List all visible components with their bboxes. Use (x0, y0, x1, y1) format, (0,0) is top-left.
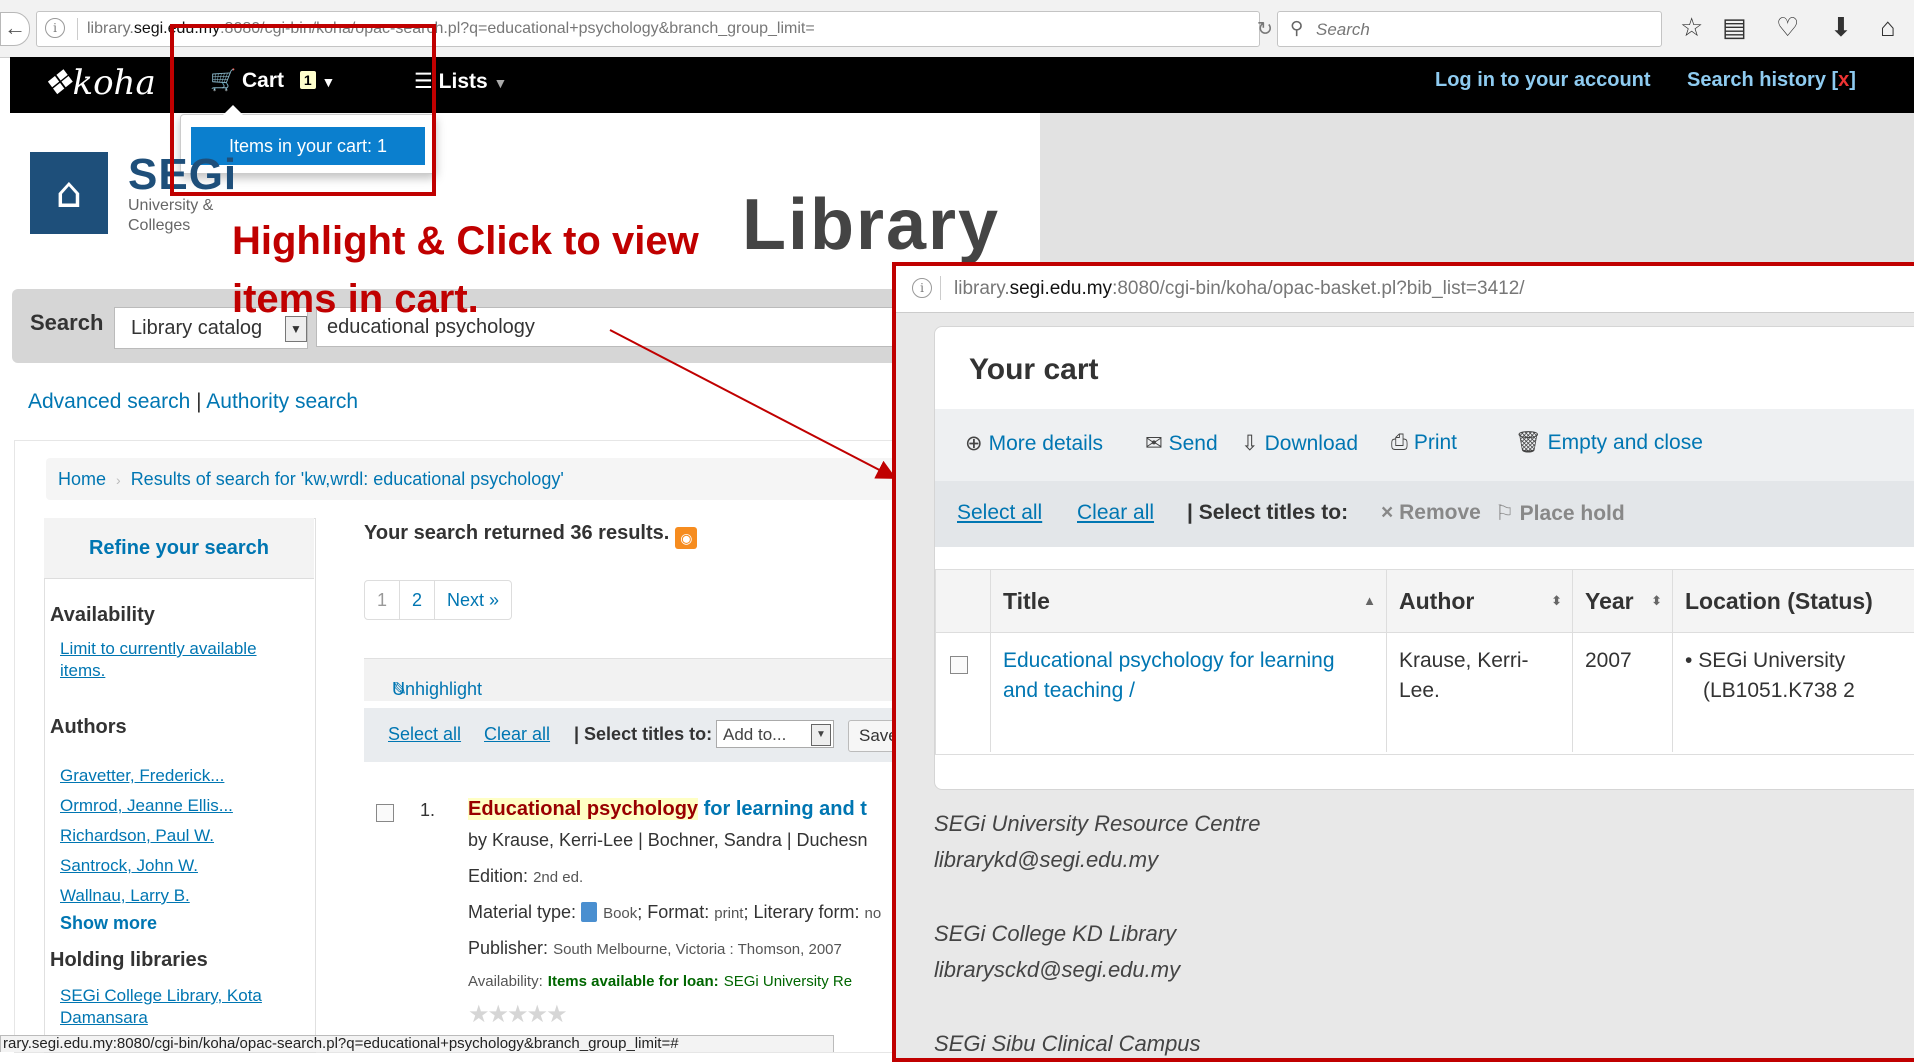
call-number: (LB1051.K738 2 (1703, 679, 1855, 702)
remove-label: Remove (1399, 501, 1481, 524)
more-details-button[interactable]: ⊕ More details (965, 431, 1103, 456)
contact-name: SEGi Sibu Clinical Campus (934, 1031, 1201, 1056)
title-column-header[interactable]: Title ▲ (990, 570, 1386, 632)
location-column-label: Location (Status) (1685, 588, 1873, 614)
print-button[interactable]: ⎙ Print (1391, 431, 1457, 455)
url-prefix: library. (954, 278, 1010, 299)
place-hold-button[interactable]: ⚐ Place hold (1495, 501, 1625, 526)
author-column-header[interactable]: Author ⬍ (1386, 570, 1572, 632)
download-icon: ⇩ (1241, 432, 1259, 455)
contact-email: librarysckd@segi.edu.my (934, 957, 1181, 982)
contact-block: SEGi College KD Library librarysckd@segi.… (934, 916, 1260, 988)
trash-icon: 🗑 (1515, 431, 1542, 454)
download-label: Download (1264, 432, 1359, 455)
contact-name: SEGi University Resource Centre (934, 811, 1261, 836)
cart-item-title-link[interactable]: Educational psychology for learning and … (1003, 649, 1335, 702)
send-button[interactable]: ✉ Send (1145, 431, 1218, 456)
more-details-label: More details (988, 432, 1103, 455)
print-label: Print (1413, 431, 1457, 454)
hold-icon: ⚐ (1495, 502, 1520, 525)
contact-name: SEGi College KD Library (934, 921, 1177, 946)
send-label: Send (1168, 432, 1218, 455)
select-all-link[interactable]: Select all (957, 501, 1042, 525)
year-column-header[interactable]: Year ⬍ (1572, 570, 1672, 632)
cart-table-header: Title ▲ Author ⬍ Year ⬍ Location (Status) (936, 570, 1914, 633)
sort-icon: ⬍ (1651, 593, 1662, 608)
empty-and-close-label: Empty and close (1547, 431, 1703, 454)
year-column-label: Year (1585, 588, 1634, 614)
popup-address-bar[interactable]: i library.segi.edu.my:8080/cgi-bin/koha/… (896, 266, 1914, 313)
empty-and-close-button[interactable]: 🗑 Empty and close (1515, 431, 1703, 455)
remove-button[interactable]: × Remove (1381, 501, 1481, 525)
cart-title: Your cart (969, 353, 1099, 386)
contact-email: librarykd@segi.edu.my (934, 847, 1159, 872)
clear-all-link[interactable]: Clear all (1077, 501, 1154, 525)
location-column-header[interactable]: Location (Status) (1672, 570, 1914, 632)
sort-asc-icon: ▲ (1363, 593, 1376, 608)
address-separator (940, 276, 941, 300)
info-icon[interactable]: i (912, 278, 932, 298)
checkbox-column-header (936, 570, 990, 632)
location-value: SEGi University (1698, 649, 1846, 672)
location-cell: • SEGi University (LB1051.K738 2 (1672, 632, 1914, 752)
row-checkbox-cell (936, 632, 990, 752)
title-column-label: Title (1003, 588, 1050, 614)
url-domain: segi.edu.my (1009, 278, 1113, 299)
library-contacts: SEGi University Resource Centre librarykd… (934, 806, 1260, 1058)
author-cell: Krause, Kerri-Lee. (1386, 632, 1572, 752)
bullet-icon: • (1685, 649, 1699, 672)
cart-card: Your cart ⊕ More details ✉ Send ⇩ Download … (934, 326, 1914, 790)
place-hold-label: Place hold (1519, 502, 1625, 525)
select-titles-label: | Select titles to: (1187, 501, 1349, 524)
close-icon: × (1381, 501, 1400, 524)
printer-icon: ⎙ (1391, 431, 1408, 454)
cart-table: Title ▲ Author ⬍ Year ⬍ Location (Status) E… (935, 569, 1914, 755)
row-checkbox[interactable] (950, 656, 968, 674)
popup-url[interactable]: library.segi.edu.my:8080/cgi-bin/koha/op… (954, 278, 1525, 300)
url-path: :8080/cgi-bin/koha/opac-basket.pl?bib_li… (1112, 278, 1525, 299)
contact-block: SEGi University Resource Centre librarykd… (934, 806, 1260, 878)
zoom-in-icon: ⊕ (965, 432, 983, 455)
envelope-icon: ✉ (1145, 432, 1163, 455)
cart-popup-window: i library.segi.edu.my:8080/cgi-bin/koha/… (892, 262, 1914, 1062)
sort-icon: ⬍ (1551, 593, 1562, 608)
contact-block: SEGi Sibu Clinical Campus (934, 1026, 1260, 1058)
download-button[interactable]: ⇩ Download (1241, 431, 1358, 456)
title-cell: Educational psychology for learning and … (990, 632, 1386, 752)
cart-select-bar: Select all Clear all | Select titles to:… (935, 481, 1914, 547)
author-column-label: Author (1399, 588, 1475, 614)
cart-toolbar: ⊕ More details ✉ Send ⇩ Download ⎙ Print 🗑 Em… (935, 409, 1914, 482)
year-cell: 2007 (1572, 632, 1672, 752)
